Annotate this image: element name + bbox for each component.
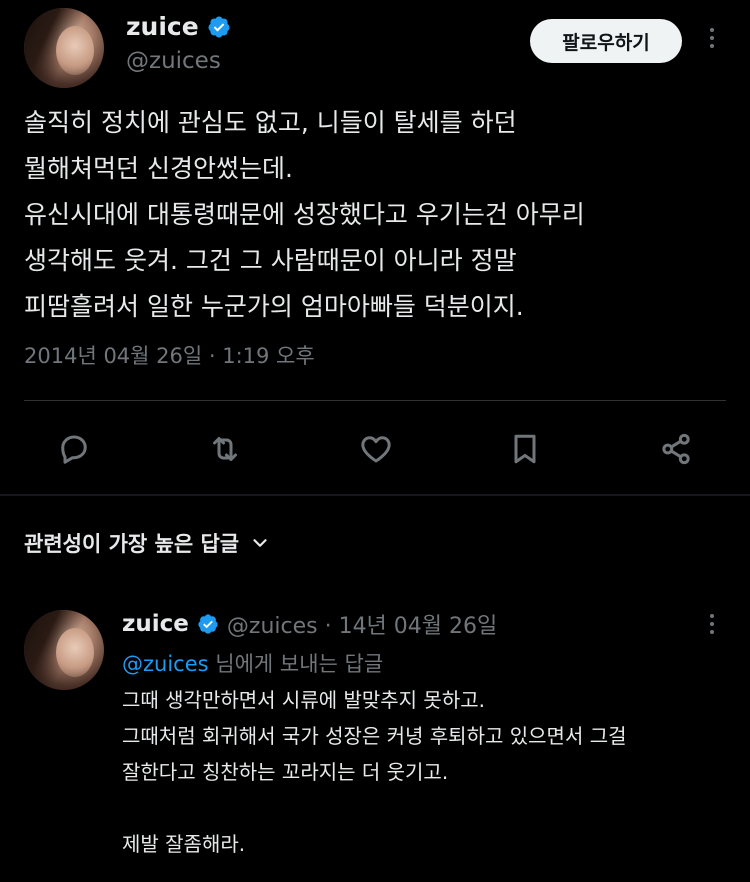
replies-sort-dropdown[interactable]: 관련성이 가장 높은 답글 — [24, 528, 271, 558]
more-options-icon[interactable] — [700, 24, 724, 54]
reply-header: zuice @zuices · 14년 04월 26일 — [122, 608, 497, 640]
reply-author-name[interactable]: zuice — [122, 611, 189, 637]
tweet-timestamp[interactable]: 2014년 04월 26일 · 1:19 오후 — [24, 340, 315, 370]
reply-text-line — [122, 790, 732, 826]
share-icon — [662, 433, 690, 465]
reply-text: 그때 생각만하면서 시류에 발맞추지 못하고. 그때처럼 회귀해서 국가 성장은… — [122, 682, 732, 862]
like-icon — [361, 436, 391, 463]
bookmark-icon — [514, 434, 536, 464]
tweet-text-line: 유신시대에 대통령때문에 성장했다고 우기는건 아무리 — [24, 200, 585, 229]
bookmark-button[interactable] — [503, 427, 547, 471]
follow-button[interactable]: 팔로우하기 — [530, 19, 682, 63]
divider — [24, 400, 726, 401]
author-avatar[interactable] — [24, 8, 104, 88]
author-handle[interactable]: @zuices — [126, 48, 221, 74]
reply-more-options-icon[interactable] — [700, 610, 724, 640]
reply-text-line: 그때 생각만하면서 시류에 발맞추지 못하고. — [122, 688, 485, 712]
tweet-text-line: 피땀흘려서 일한 누군가의 엄마아빠들 덕분이지. — [24, 292, 524, 321]
retweet-button[interactable] — [203, 427, 247, 471]
replying-to: @zuices 님에게 보내는 답글 — [122, 648, 383, 678]
author-display-name[interactable]: zuice — [126, 12, 231, 41]
reply-to-mention[interactable]: @zuices — [122, 652, 209, 676]
tweet-text-line: 생각해도 웃겨. 그건 그 사람때문이 아니라 정말 — [24, 246, 517, 275]
reply-text-line: 잘한다고 칭찬하는 꼬라지는 더 웃기고. — [122, 760, 449, 784]
reply-to-suffix: 님에게 보내는 답글 — [208, 652, 384, 676]
tweet-text-line: 솔직히 정치에 관심도 없고, 니들이 탈세를 하던 — [24, 108, 517, 137]
reply-text-line: 제발 잘좀해라. — [122, 832, 246, 856]
reply-handle-date[interactable]: @zuices · 14년 04월 26일 — [227, 608, 497, 640]
replies-section-title: 관련성이 가장 높은 답글 — [24, 532, 240, 556]
reply-icon — [61, 435, 87, 464]
tweet-text-line: 뭘해쳐먹던 신경안썼는데. — [24, 154, 293, 183]
section-divider — [0, 494, 750, 496]
author-name-text: zuice — [126, 12, 199, 41]
reply-text-line: 그때처럼 회귀해서 국가 성장은 커녕 후퇴하고 있으면서 그걸 — [122, 724, 627, 748]
chevron-down-icon — [253, 539, 267, 547]
reply-button[interactable] — [52, 427, 96, 471]
reply-author-avatar[interactable] — [24, 610, 104, 690]
share-button[interactable] — [654, 427, 698, 471]
like-button[interactable] — [354, 427, 398, 471]
retweet-icon — [213, 437, 237, 461]
verified-badge-icon — [208, 16, 230, 37]
tweet-text: 솔직히 정치에 관심도 없고, 니들이 탈세를 하던 뭘해쳐먹던 신경안썼는데.… — [24, 100, 724, 330]
verified-badge-icon — [198, 614, 218, 634]
